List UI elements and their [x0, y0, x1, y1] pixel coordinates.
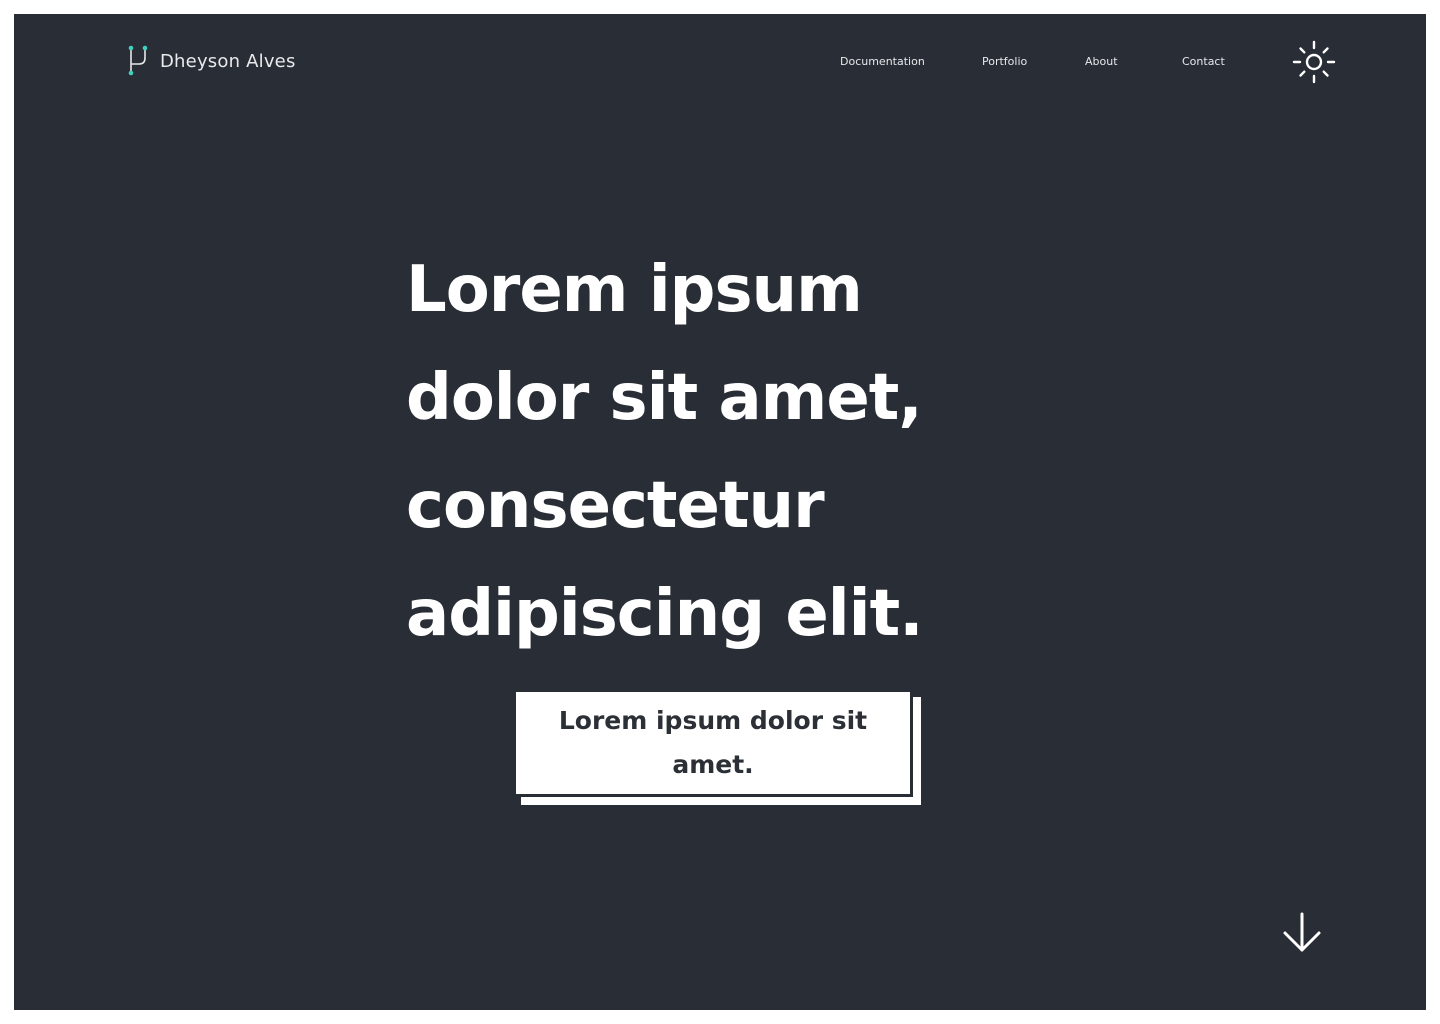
hero-line-1: Lorem ipsum: [406, 253, 863, 327]
main-nav: Documentation Portfolio About Contact: [14, 52, 1426, 72]
hero-heading: Lorem ipsum dolor sit amet, consectetur …: [406, 236, 923, 668]
hero-line-3: consectetur: [406, 469, 825, 543]
nav-documentation[interactable]: Documentation: [840, 52, 925, 72]
arrow-down-icon[interactable]: [1280, 910, 1324, 958]
hero-line-4: adipiscing elit.: [406, 577, 923, 651]
page: Dheyson Alves Documentation Portfolio Ab…: [14, 14, 1426, 1010]
nav-contact[interactable]: Contact: [1182, 52, 1225, 72]
cta-container: Lorem ipsum dolor sit amet.: [513, 689, 921, 805]
cta-button[interactable]: Lorem ipsum dolor sit amet.: [513, 689, 913, 797]
hero-line-2: dolor sit amet,: [406, 361, 923, 435]
sun-icon[interactable]: [1292, 40, 1336, 84]
nav-portfolio[interactable]: Portfolio: [982, 52, 1027, 72]
nav-about[interactable]: About: [1085, 52, 1118, 72]
